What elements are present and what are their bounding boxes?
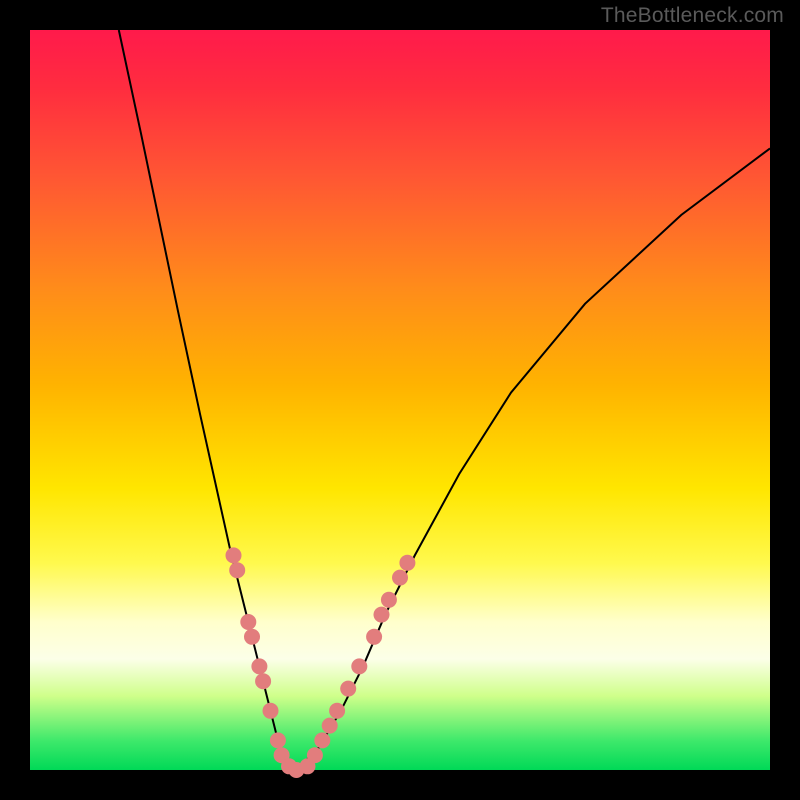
plot-area	[30, 30, 770, 770]
data-marker	[399, 555, 415, 571]
data-marker	[374, 607, 390, 623]
data-marker	[307, 747, 323, 763]
data-marker	[392, 570, 408, 586]
data-marker	[263, 703, 279, 719]
data-marker	[322, 718, 338, 734]
data-marker	[240, 614, 256, 630]
data-marker	[351, 658, 367, 674]
data-marker	[226, 547, 242, 563]
markers-group	[226, 547, 416, 778]
chart-frame: TheBottleneck.com	[0, 0, 800, 800]
data-marker	[329, 703, 345, 719]
data-marker	[270, 732, 286, 748]
data-marker	[366, 629, 382, 645]
data-marker	[244, 629, 260, 645]
data-marker	[255, 673, 271, 689]
data-marker	[314, 732, 330, 748]
chart-svg	[30, 30, 770, 770]
watermark-text: TheBottleneck.com	[601, 4, 784, 28]
data-marker	[381, 592, 397, 608]
curve-left	[119, 30, 289, 770]
curve-right	[289, 148, 770, 770]
data-marker	[251, 658, 267, 674]
data-marker	[229, 562, 245, 578]
data-marker	[340, 681, 356, 697]
